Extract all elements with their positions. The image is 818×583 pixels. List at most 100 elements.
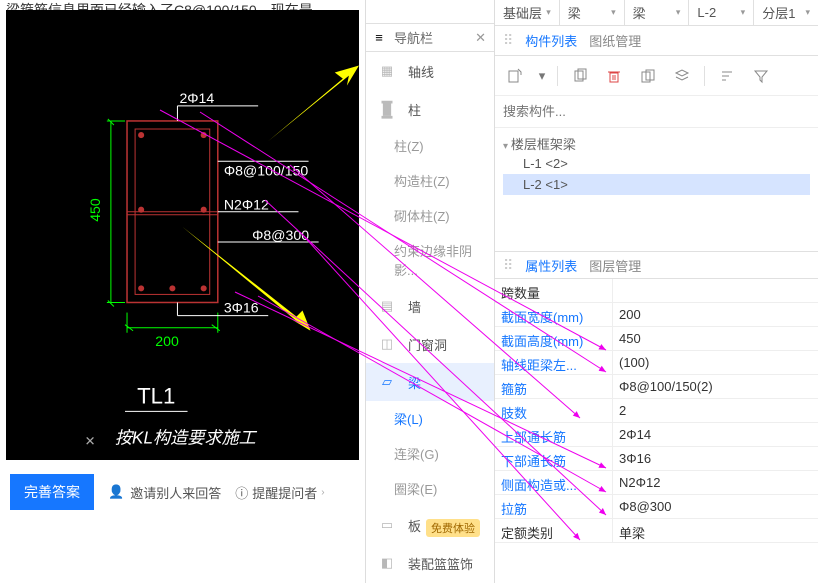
- tab-layer-mgmt[interactable]: 图层管理: [589, 256, 641, 275]
- nav-axis[interactable]: ▦轴线: [366, 52, 494, 90]
- nav-beam-qe[interactable]: 圈梁(E): [366, 471, 494, 506]
- nav-deco[interactable]: ◧装配篮篮饰: [366, 544, 494, 582]
- nav-col-ys[interactable]: 约束边缘非阴影...: [366, 233, 494, 287]
- dd-item[interactable]: L-2▾: [689, 0, 754, 25]
- property-key: 轴线距梁左...: [495, 351, 613, 374]
- property-row[interactable]: 轴线距梁左...(100): [495, 351, 818, 375]
- property-key: 上部通长筋: [495, 423, 613, 446]
- chevron-icon: ›: [321, 487, 324, 498]
- component-toolbar: ▾: [495, 56, 818, 96]
- close-icon[interactable]: ✕: [475, 30, 486, 46]
- property-value[interactable]: (100): [613, 351, 818, 374]
- beam-icon: ▱: [376, 371, 398, 393]
- column-icon: [376, 98, 398, 120]
- nav-col-z[interactable]: 柱(Z): [366, 128, 494, 163]
- nav-wall[interactable]: ▤墙: [366, 287, 494, 325]
- property-value[interactable]: 单梁: [613, 519, 818, 542]
- property-value[interactable]: Φ8@300: [613, 495, 818, 518]
- property-value[interactable]: 2: [613, 399, 818, 422]
- property-value[interactable]: 450: [613, 327, 818, 350]
- svg-text:Φ8@100/150: Φ8@100/150: [224, 162, 309, 178]
- property-value[interactable]: 200: [613, 303, 818, 326]
- svg-text:450: 450: [87, 198, 103, 222]
- property-value[interactable]: 2Φ14: [613, 423, 818, 446]
- property-key: 箍筋: [495, 375, 613, 398]
- deco-icon: ◧: [376, 552, 398, 574]
- property-key: 截面宽度(mm): [495, 303, 613, 326]
- property-key: 侧面构造或...: [495, 471, 613, 494]
- dd-cat[interactable]: 梁▾: [560, 0, 625, 25]
- nav-column[interactable]: 柱: [366, 90, 494, 128]
- sort-button[interactable]: [713, 62, 741, 90]
- search-input[interactable]: [503, 100, 810, 123]
- free-badge: 免费体验: [426, 519, 480, 537]
- new-dropdown[interactable]: ▾: [535, 62, 549, 90]
- property-grid: 跨数量截面宽度(mm)200截面高度(mm)450轴线距梁左...(100)箍筋…: [495, 279, 818, 543]
- property-key: 跨数量: [495, 279, 613, 302]
- cad-drawing: 200 450 2Φ14 Φ8@100/150 N2: [6, 10, 359, 459]
- svg-text:2Φ14: 2Φ14: [179, 90, 214, 106]
- tab-property-list[interactable]: 属性列表: [525, 256, 577, 275]
- copy-button[interactable]: [566, 62, 594, 90]
- property-row[interactable]: 侧面构造或...N2Φ12: [495, 471, 818, 495]
- property-row[interactable]: 肢数2: [495, 399, 818, 423]
- remind-button[interactable]: ⓘ 提醒提问者 ›: [235, 483, 324, 502]
- new-button[interactable]: [501, 62, 529, 90]
- interlayer-button[interactable]: [668, 62, 696, 90]
- property-row[interactable]: 截面宽度(mm)200: [495, 303, 818, 327]
- nav-col-qt[interactable]: 砌体柱(Z): [366, 198, 494, 233]
- tree-item-l1[interactable]: L-1 <2>: [503, 153, 810, 174]
- duplicate-button[interactable]: [634, 62, 662, 90]
- tree-root[interactable]: 楼层框架梁: [503, 134, 810, 153]
- property-row[interactable]: 定额类别单梁: [495, 519, 818, 543]
- property-value[interactable]: 3Φ16: [613, 447, 818, 470]
- svg-text:Φ8@300: Φ8@300: [252, 227, 309, 243]
- drag-handle-icon[interactable]: ⠿: [503, 32, 513, 49]
- right-pane: 基础层▾ 梁▾ 梁▾ L-2▾ 分层1▾ ⠿ 构件列表 图纸管理 ▾ 楼: [495, 0, 818, 583]
- nav-beam-l[interactable]: 梁(L): [366, 401, 494, 436]
- property-value[interactable]: [613, 279, 818, 302]
- delete-button[interactable]: [600, 62, 628, 90]
- nav-tab-label: 导航栏: [394, 28, 433, 47]
- invite-button[interactable]: 👤 邀请别人来回答: [108, 483, 221, 502]
- slab-icon: ▭: [376, 514, 398, 536]
- dd-type[interactable]: 梁▾: [625, 0, 690, 25]
- property-row[interactable]: 跨数量: [495, 279, 818, 303]
- property-row[interactable]: 下部通长筋3Φ16: [495, 447, 818, 471]
- axis-icon: ▦: [376, 60, 398, 82]
- property-key: 下部通长筋: [495, 447, 613, 470]
- drag-handle-icon[interactable]: ⠿: [503, 257, 513, 274]
- property-key: 肢数: [495, 399, 613, 422]
- property-row[interactable]: 截面高度(mm)450: [495, 327, 818, 351]
- wall-icon: ▤: [376, 295, 398, 317]
- nav-list-icon: ≡: [372, 31, 386, 45]
- tab-component-list[interactable]: 构件列表: [525, 31, 577, 50]
- property-value[interactable]: Φ8@100/150(2): [613, 375, 818, 398]
- nav-col-gz[interactable]: 构造柱(Z): [366, 163, 494, 198]
- nav-door[interactable]: ◫门窗洞: [366, 325, 494, 363]
- info-icon: ⓘ: [235, 483, 248, 502]
- property-row[interactable]: 拉筋Φ8@300: [495, 495, 818, 519]
- dd-sublayer[interactable]: 分层1▾: [754, 0, 818, 25]
- filter-button[interactable]: [747, 62, 775, 90]
- door-icon: ◫: [376, 333, 398, 355]
- tab-drawing-mgmt[interactable]: 图纸管理: [589, 31, 641, 50]
- property-value[interactable]: N2Φ12: [613, 471, 818, 494]
- improve-answer-button[interactable]: 完善答案: [10, 474, 94, 510]
- property-key: 截面高度(mm): [495, 327, 613, 350]
- svg-text:200: 200: [155, 333, 179, 349]
- property-row[interactable]: 箍筋Φ8@100/150(2): [495, 375, 818, 399]
- svg-text:N2Φ12: N2Φ12: [224, 197, 269, 213]
- svg-text:按KL构造要求施工: 按KL构造要求施工: [115, 428, 258, 448]
- answer-actions: 完善答案 👤 邀请别人来回答 ⓘ 提醒提问者 ›: [0, 460, 365, 524]
- dd-layer[interactable]: 基础层▾: [495, 0, 560, 25]
- nav-beam-lg[interactable]: 连梁(G): [366, 436, 494, 471]
- tree-item-l2[interactable]: L-2 <1>: [503, 174, 810, 195]
- svg-text:TL1: TL1: [137, 383, 175, 408]
- nav-beam[interactable]: ▱梁: [366, 363, 494, 401]
- svg-text:✕: ✕: [85, 434, 96, 449]
- cad-viewport[interactable]: 200 450 2Φ14 Φ8@100/150 N2: [6, 10, 359, 460]
- component-tree: 楼层框架梁 L-1 <2> L-2 <1>: [495, 128, 818, 201]
- person-icon: 👤: [108, 484, 124, 500]
- property-row[interactable]: 上部通长筋2Φ14: [495, 423, 818, 447]
